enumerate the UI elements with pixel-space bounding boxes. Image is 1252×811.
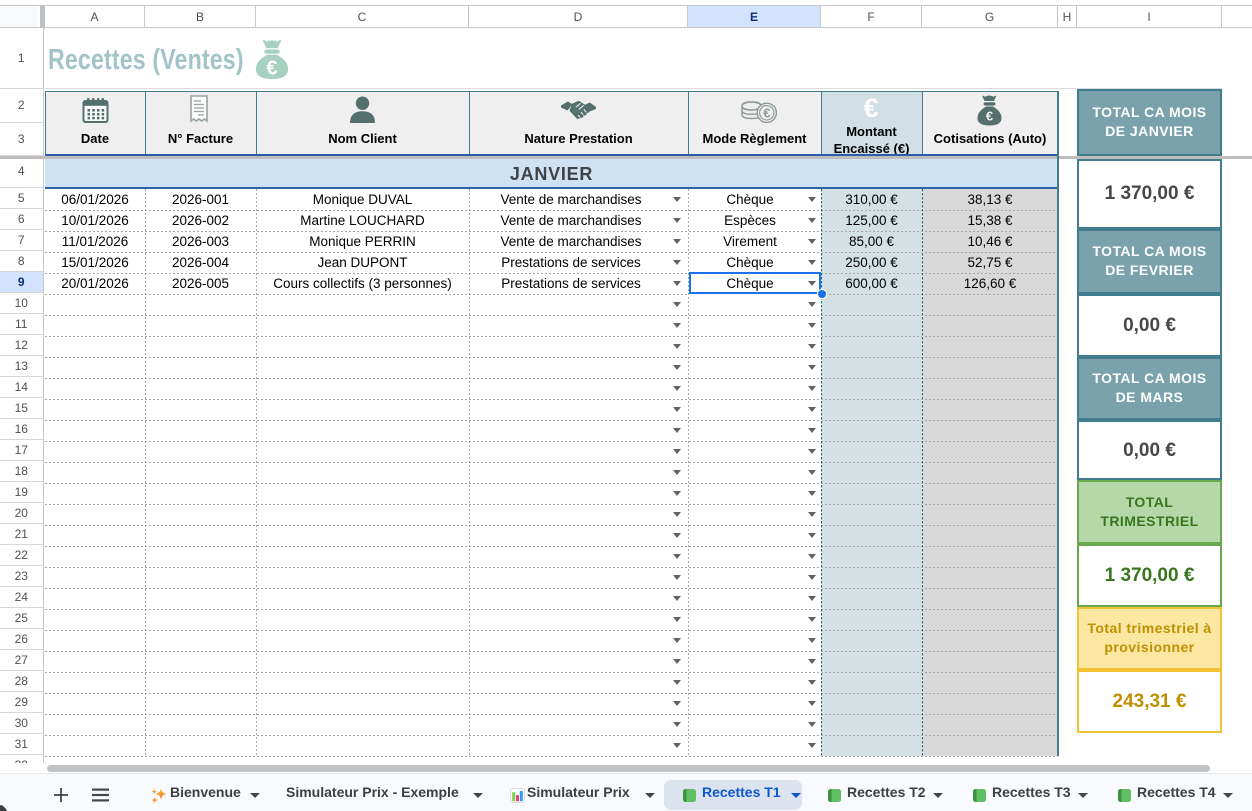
svg-text:€: € (986, 109, 993, 124)
svg-text:€: € (266, 57, 277, 79)
svg-text:€: € (763, 106, 770, 120)
